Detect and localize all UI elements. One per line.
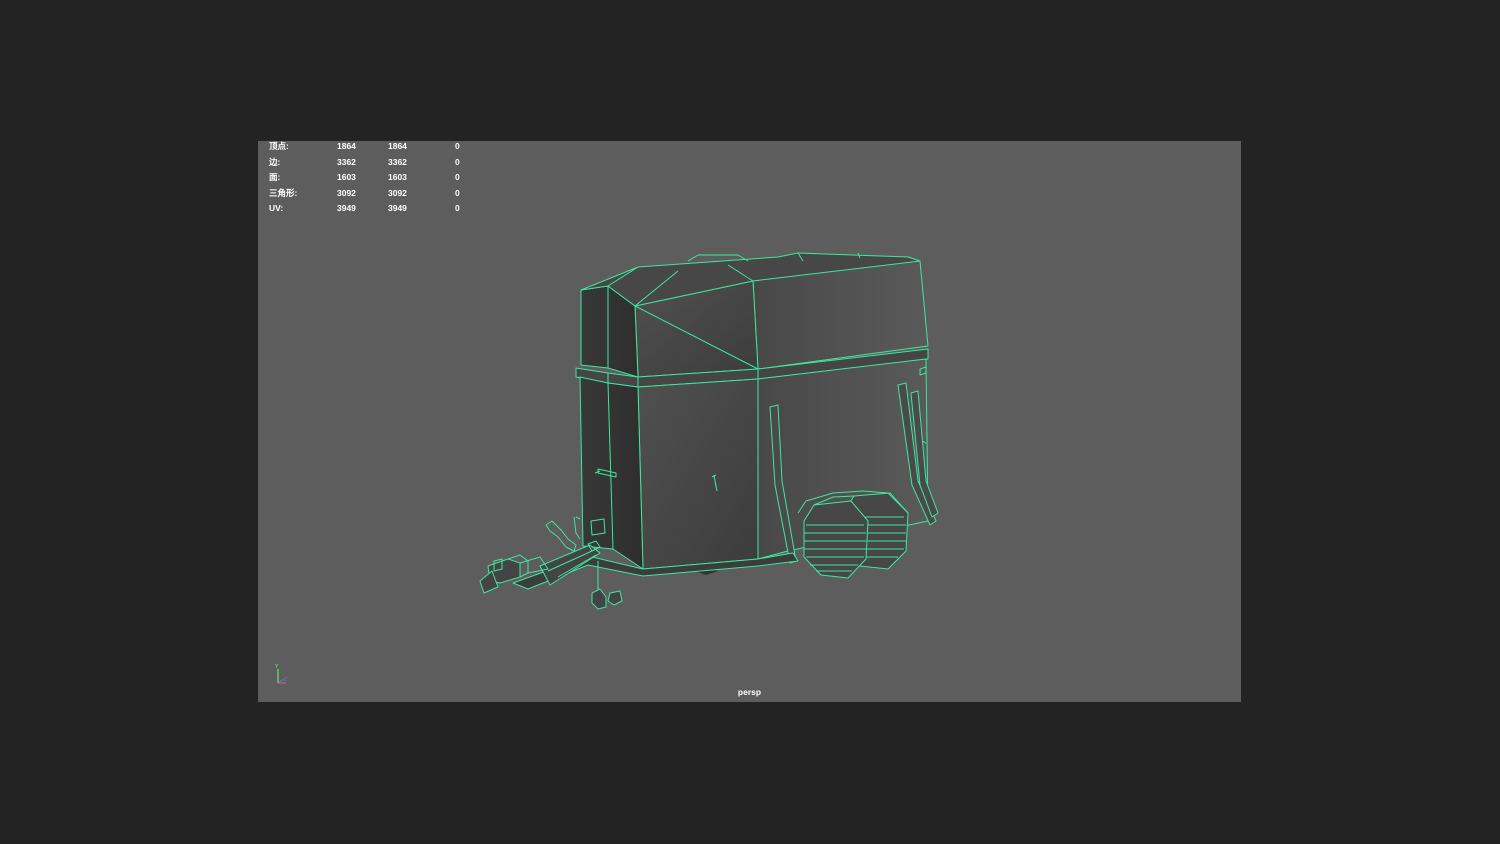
- hud-value: 3092: [337, 187, 356, 198]
- hud-value: 1603: [388, 172, 407, 183]
- hud-value: 0: [455, 172, 460, 183]
- hud-value: 1864: [337, 141, 356, 151]
- hud-label: 三角形:: [269, 187, 298, 198]
- hud-value: 3092: [388, 187, 407, 198]
- handbrake: [545, 520, 577, 552]
- trailer-wireframe-model[interactable]: [258, 141, 1241, 702]
- hud-label: 面:: [269, 172, 281, 183]
- hud-value: 0: [455, 187, 460, 198]
- hud-label: 顶点:: [269, 141, 289, 151]
- lower-left-edge: [579, 376, 644, 570]
- hud-value: 0: [455, 141, 460, 151]
- camera-name-label: persp: [737, 687, 762, 697]
- hud-value: 3949: [388, 203, 407, 214]
- hud-label: UV:: [269, 203, 284, 214]
- hud-value: 0: [455, 203, 460, 214]
- lower-front-panel: [637, 378, 759, 570]
- perspective-viewport[interactable]: 顶点: 1864 1864 0 边: 3362 3362 0 面: 1603 1…: [258, 141, 1241, 702]
- hud-value: 1603: [337, 172, 356, 183]
- hud-value: 3949: [337, 203, 356, 214]
- axis-gizmo-icon: Y Z: [275, 664, 287, 684]
- hud-value: 3362: [388, 156, 407, 167]
- hud-value: 0: [455, 156, 460, 167]
- hud-label: 边:: [269, 156, 281, 167]
- hud-value: 3362: [337, 156, 356, 167]
- gizmo-z-label: Z: [284, 677, 287, 683]
- hud-value: 1864: [388, 141, 407, 151]
